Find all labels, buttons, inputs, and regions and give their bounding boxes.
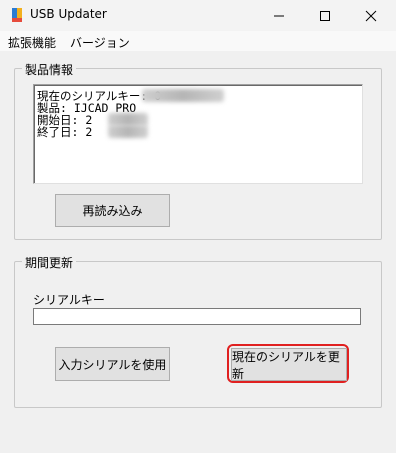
maximize-button[interactable]: [302, 0, 348, 31]
reload-button[interactable]: 再読み込み: [55, 194, 170, 227]
menu-version[interactable]: バージョン: [70, 34, 130, 51]
menu-extensions[interactable]: 拡張機能: [8, 34, 56, 51]
window-title: USB Updater: [30, 7, 107, 21]
serial-key-input[interactable]: [33, 308, 361, 325]
redacted-end-date: [108, 125, 148, 138]
update-group-title: 期間更新: [22, 254, 77, 271]
maximize-icon: [320, 10, 330, 21]
serial-key-label: シリアルキー: [33, 293, 105, 307]
close-icon: [365, 10, 377, 21]
update-current-serial-button[interactable]: 現在のシリアルを更新: [231, 348, 347, 381]
minimize-icon: [274, 15, 284, 16]
product-info-textbox[interactable]: 現在のシリアルキー: 0 製品: IJCAD PRO 開始日: 2 終了日: 2: [33, 84, 363, 184]
menu-bar: 拡張機能 バージョン: [0, 31, 396, 51]
app-icon: [10, 8, 24, 22]
close-button[interactable]: [348, 0, 394, 31]
use-input-serial-button[interactable]: 入力シリアルを使用: [55, 347, 170, 381]
end-date-line: 終了日: 2: [37, 125, 93, 139]
product-info-title: 製品情報: [22, 61, 77, 78]
title-bar: USB Updater: [0, 0, 396, 31]
minimize-button[interactable]: [256, 0, 302, 31]
redacted-serial: [142, 89, 224, 102]
update-group: 期間更新: [14, 254, 382, 408]
